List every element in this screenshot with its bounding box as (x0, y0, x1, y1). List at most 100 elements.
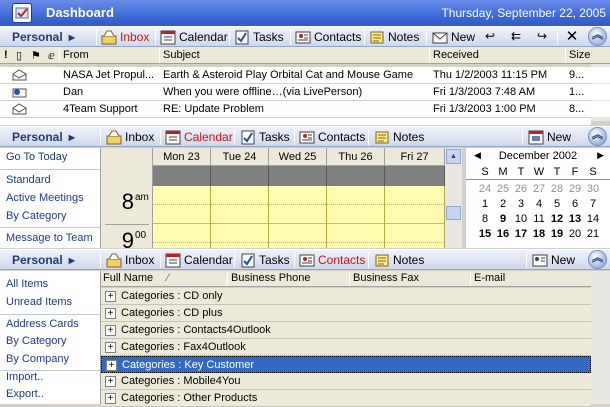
column-business-fax[interactable]: Business Fax (353, 272, 419, 284)
tab-contacts[interactable]: Contacts (296, 128, 366, 146)
date-cell[interactable]: 12 (548, 213, 566, 225)
date-cell[interactable]: 20 (566, 228, 584, 240)
collapse-icon[interactable]: ︽ (588, 27, 607, 46)
prev-month-icon[interactable]: ◀ (474, 150, 481, 161)
column-email[interactable]: E-mail (474, 272, 505, 284)
day-time-slots[interactable] (327, 186, 385, 248)
new-contact-button[interactable]: New (529, 251, 576, 269)
view-unread-items-link[interactable]: Unread Items (6, 296, 72, 308)
date-cell[interactable]: 18 (530, 228, 548, 240)
column-received[interactable]: Received (433, 49, 479, 61)
expand-icon[interactable]: + (105, 291, 116, 302)
day-time-slots[interactable] (153, 186, 211, 248)
day-time-slots[interactable] (211, 186, 269, 248)
date-cell[interactable]: 27 (530, 183, 548, 195)
scroll-thumb[interactable] (446, 206, 461, 220)
scroll-up-icon[interactable]: ▲ (446, 149, 461, 164)
date-cell[interactable]: 4 (530, 198, 548, 210)
date-cell[interactable]: 19 (548, 228, 566, 240)
tab-tasks[interactable]: Tasks (231, 28, 285, 46)
date-cell[interactable]: 2 (494, 198, 512, 210)
date-cell[interactable]: 17 (512, 228, 530, 240)
expand-icon[interactable]: + (105, 376, 116, 387)
flag-column[interactable]: ⚑ (31, 49, 41, 62)
go-to-today-link[interactable]: Go To Today (6, 151, 67, 163)
day-header[interactable]: Tue 24 (211, 148, 269, 166)
tab-inbox[interactable]: Inbox (98, 28, 150, 46)
date-cell[interactable]: 16 (494, 228, 512, 240)
date-cell[interactable]: 10 (512, 213, 530, 225)
column-full-name[interactable]: Full Name (103, 272, 153, 284)
mail-row[interactable]: 4Team Support RE: Update Problem Fri 1/3… (0, 101, 610, 117)
expand-icon[interactable]: + (106, 360, 117, 371)
column-size[interactable]: Size (569, 49, 590, 61)
attachment-column[interactable]: ⅇ (48, 49, 55, 62)
tab-notes[interactable]: Notes (366, 28, 420, 46)
date-cell[interactable]: 29 (566, 183, 584, 195)
date-cell[interactable]: 21 (584, 228, 602, 240)
contact-group-row[interactable]: + Categories : Fax4Outlook (101, 339, 591, 356)
date-cell[interactable]: 13 (566, 213, 584, 225)
date-cell[interactable]: 24 (476, 183, 494, 195)
forward-icon[interactable]: ↪ (531, 29, 553, 45)
view-all-items-link[interactable]: All Items (6, 278, 48, 290)
all-day-cell[interactable] (269, 166, 327, 186)
day-header[interactable]: Thu 26 (327, 148, 385, 166)
date-cell[interactable]: 8 (476, 213, 494, 225)
view-by-category-link[interactable]: By Category (6, 335, 67, 347)
date-cell[interactable]: 7 (584, 198, 602, 210)
contacts-scrollbar[interactable] (591, 271, 610, 404)
tab-inbox[interactable]: Inbox (103, 251, 155, 269)
tab-calendar[interactable]: Calendar (157, 28, 229, 46)
collapse-icon[interactable]: ︽ (588, 127, 607, 146)
date-cell[interactable]: 28 (548, 183, 566, 195)
all-day-cell[interactable] (327, 166, 385, 186)
tab-calendar[interactable]: Calendar (162, 251, 234, 269)
date-cell[interactable]: 14 (584, 213, 602, 225)
date-cell[interactable]: 11 (530, 213, 548, 225)
day-header[interactable]: Mon 23 (153, 148, 211, 166)
date-cell[interactable]: 25 (494, 183, 512, 195)
export-link[interactable]: Export.. (6, 388, 44, 400)
column-business-phone[interactable]: Business Phone (231, 272, 311, 284)
day-time-slots[interactable] (385, 186, 445, 248)
date-cell[interactable]: 3 (512, 198, 530, 210)
tab-inbox[interactable]: Inbox (103, 128, 155, 146)
expand-icon[interactable]: + (105, 393, 116, 404)
contact-group-row[interactable]: + Categories : Other Products (101, 390, 591, 407)
date-cell[interactable]: 30 (584, 183, 602, 195)
expand-icon[interactable]: + (105, 308, 116, 319)
tab-tasks[interactable]: Tasks (237, 128, 291, 146)
date-cell[interactable]: 15 (476, 228, 494, 240)
day-header[interactable]: Wed 25 (269, 148, 327, 166)
tab-contacts[interactable]: Contacts (292, 28, 362, 46)
contact-group-row[interactable]: + Categories : CD plus (101, 305, 591, 322)
view-standard-link[interactable]: Standard (6, 174, 51, 186)
tab-notes[interactable]: Notes (371, 251, 425, 269)
view-address-cards-link[interactable]: Address Cards (6, 318, 79, 330)
mail-row[interactable]: NASA Jet Propul... Earth & Asteroid Play… (0, 67, 610, 83)
mail-row[interactable]: Dan When you were offline…(via LivePerso… (0, 84, 610, 100)
collapse-icon[interactable]: ︽ (588, 250, 607, 269)
personal-folder-menu[interactable]: Personal ▶ (0, 27, 75, 46)
date-cell[interactable]: 6 (566, 198, 584, 210)
expand-icon[interactable]: + (105, 325, 116, 336)
contact-group-row[interactable]: + Categories : Key Customer (101, 356, 591, 373)
day-header[interactable]: Fri 27 (385, 148, 445, 166)
contact-group-row[interactable]: + Categories : Contacts4Outlook (101, 322, 591, 339)
view-active-meetings-link[interactable]: Active Meetings (6, 192, 84, 204)
tab-contacts[interactable]: Contacts (296, 251, 366, 269)
tab-notes[interactable]: Notes (371, 128, 425, 146)
view-by-category-link[interactable]: By Category (6, 210, 67, 222)
personal-folder-menu[interactable]: Personal ▶ (0, 127, 75, 146)
calendar-scrollbar[interactable]: ▲ (445, 148, 462, 248)
personal-folder-menu[interactable]: Personal ▶ (0, 250, 75, 269)
message-to-team-link[interactable]: Message to Team (6, 232, 93, 244)
contact-group-row[interactable]: + Categories : CD only (101, 288, 591, 305)
next-month-icon[interactable]: ▶ (597, 150, 604, 161)
reply-icon[interactable]: ↩ (479, 29, 501, 45)
all-day-cell[interactable] (153, 166, 211, 186)
reply-all-icon[interactable]: ⇇ (505, 29, 527, 45)
date-cell[interactable]: 1 (476, 198, 494, 210)
icon-column[interactable]: ▯ (16, 49, 22, 62)
